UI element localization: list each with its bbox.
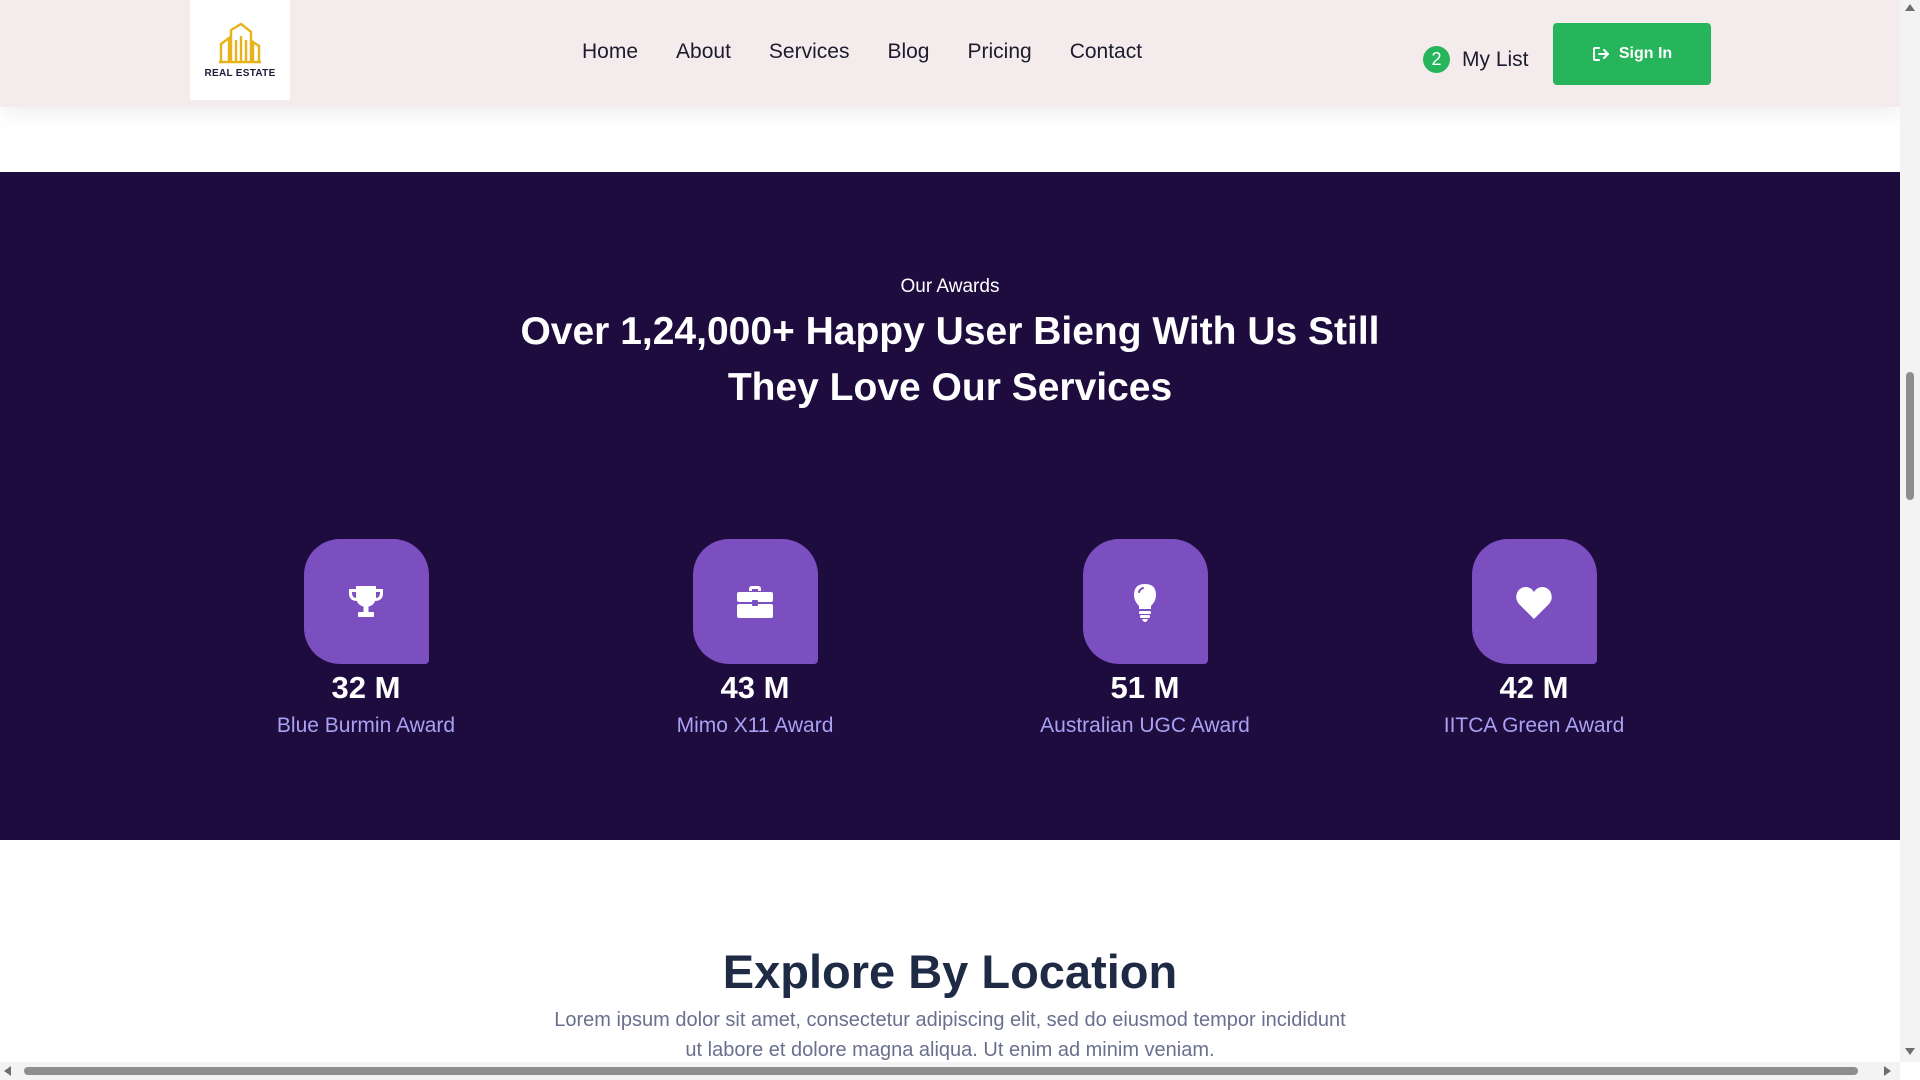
awards-headline-line2: They Love Our Services	[727, 366, 1173, 409]
scrollbar-corner	[1900, 1062, 1920, 1080]
vertical-scroll-thumb[interactable]	[1906, 372, 1914, 500]
scroll-right-arrow-icon[interactable]	[1884, 1066, 1891, 1076]
nav-about[interactable]: About	[676, 40, 731, 64]
awards-section: Our Awards Over 1,24,000+ Happy User Bie…	[0, 172, 1900, 840]
scroll-left-arrow-icon[interactable]	[4, 1066, 11, 1076]
award-icon-tile	[692, 539, 818, 664]
explore-description: Lorem ipsum dolor sit amet, consectetur …	[490, 1005, 1410, 1062]
scroll-down-arrow-icon[interactable]	[1905, 1048, 1915, 1055]
sign-in-label: Sign In	[1618, 45, 1673, 62]
award-card: 42 M IITCA Green Award	[1404, 539, 1664, 738]
award-name: Mimo X11 Award	[676, 714, 834, 737]
award-name: Blue Burmin Award	[276, 714, 456, 737]
page-viewport: REAL ESTATE Home About Services Blog Pri…	[0, 0, 1900, 1062]
horizontal-scroll-thumb[interactable]	[24, 1067, 1858, 1075]
my-list-count-badge: 2	[1423, 46, 1450, 73]
sign-in-button[interactable]: Sign In	[1553, 23, 1711, 85]
lightbulb-icon	[1134, 583, 1156, 622]
scroll-up-arrow-icon[interactable]	[1905, 4, 1915, 11]
awards-eyebrow: Our Awards	[900, 276, 1000, 297]
vertical-scrollbar[interactable]	[1900, 0, 1920, 1062]
award-icon-tile	[1082, 539, 1208, 664]
trophy-icon	[349, 585, 383, 617]
award-icon-tile	[1471, 539, 1597, 664]
logo-text: REAL ESTATE	[204, 67, 276, 79]
award-card: 43 M Mimo X11 Award	[625, 539, 885, 738]
award-value: 43 M	[720, 670, 790, 705]
building-logo-icon	[219, 22, 261, 63]
awards-headline-line1: Over 1,24,000+ Happy User Bieng With Us …	[520, 310, 1380, 353]
nav-blog[interactable]: Blog	[887, 40, 929, 64]
explore-title: Explore By Location	[722, 945, 1178, 998]
nav-services[interactable]: Services	[769, 40, 850, 64]
award-icon-tile	[303, 539, 429, 664]
award-value: 42 M	[1499, 670, 1569, 705]
nav-contact[interactable]: Contact	[1070, 40, 1142, 64]
explore-desc-line1: Lorem ipsum dolor sit amet, consectetur …	[554, 1009, 1346, 1031]
award-card: 51 M Australian UGC Award	[1015, 539, 1275, 738]
sign-in-icon	[1592, 47, 1609, 61]
horizontal-scrollbar[interactable]	[0, 1062, 1900, 1080]
award-card: 32 M Blue Burmin Award	[236, 539, 496, 738]
heart-icon	[1516, 586, 1552, 619]
awards-headline: Over 1,24,000+ Happy User Bieng With Us …	[450, 304, 1450, 416]
award-value: 51 M	[1110, 670, 1180, 705]
my-list-label: My List	[1462, 47, 1529, 71]
award-name: Australian UGC Award	[1040, 714, 1250, 737]
award-value: 32 M	[331, 670, 401, 705]
site-header: REAL ESTATE Home About Services Blog Pri…	[0, 0, 1900, 107]
briefcase-icon	[737, 585, 773, 618]
main-nav: Home About Services Blog Pricing Contact	[582, 40, 1180, 64]
nav-pricing[interactable]: Pricing	[967, 40, 1031, 64]
nav-home[interactable]: Home	[582, 40, 638, 64]
my-list-link[interactable]: 2 My List	[1423, 46, 1529, 73]
explore-desc-line2: ut labore et dolore magna aliqua. Ut eni…	[685, 1039, 1215, 1061]
award-name: IITCA Green Award	[1443, 714, 1625, 737]
site-logo[interactable]: REAL ESTATE	[190, 0, 290, 100]
